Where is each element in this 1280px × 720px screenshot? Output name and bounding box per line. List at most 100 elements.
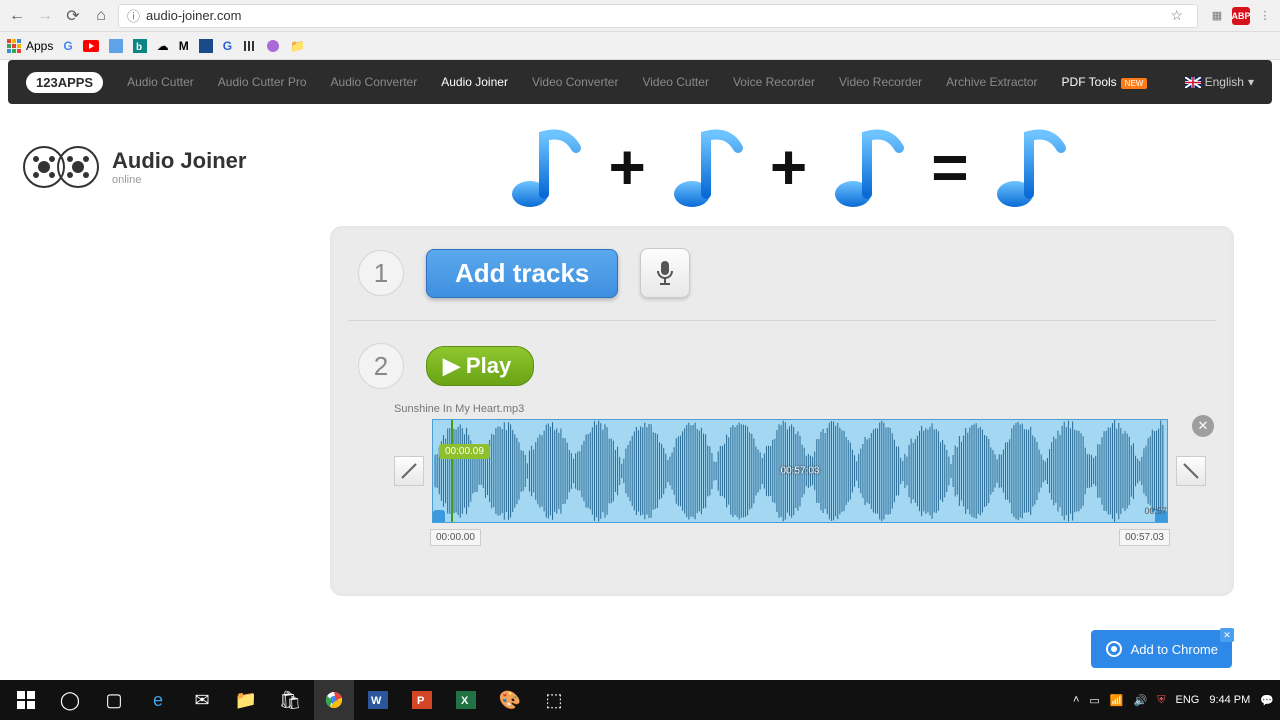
fade-out-button[interactable]: [1176, 456, 1206, 486]
bookmark-cloud[interactable]: ☁: [157, 39, 169, 53]
shield-icon[interactable]: ⛨: [1157, 694, 1165, 707]
notifications-icon[interactable]: 💬: [1260, 694, 1274, 707]
url-text: audio-joiner.com: [146, 8, 241, 23]
powerpoint-button[interactable]: P: [402, 680, 442, 720]
divider: [348, 320, 1216, 321]
record-mic-button[interactable]: [640, 248, 690, 298]
bookmark-google[interactable]: G: [63, 39, 72, 53]
bookmark-darkblue[interactable]: [199, 39, 213, 53]
windows-taskbar: ◯ ▢ e ✉ 📁 🛍 W P X 🎨 ⬚ ˄ ▭ 📶 🔊 ⛨ ENG 9:44…: [0, 680, 1280, 720]
bookmark-bars[interactable]: [242, 39, 256, 53]
chrome-button[interactable]: [314, 680, 354, 720]
nav-audio-cutter[interactable]: Audio Cutter: [127, 75, 194, 89]
bookmark-folder[interactable]: 📁: [290, 39, 305, 53]
bookmarks-bar: Apps G b ☁ M G 📁: [0, 32, 1280, 60]
language-selector[interactable]: English ▾: [1185, 75, 1254, 89]
paint-button[interactable]: 🎨: [490, 680, 530, 720]
step-2-bullet: 2: [358, 343, 404, 389]
chevron-down-icon: ▾: [1248, 75, 1254, 89]
plus-icon: +: [770, 130, 807, 204]
nav-audio-cutter-pro[interactable]: Audio Cutter Pro: [218, 75, 307, 89]
step-1-bullet: 1: [358, 250, 404, 296]
bookmark-g-blue[interactable]: G: [223, 39, 232, 53]
bookmark-star-icon[interactable]: ☆: [1170, 7, 1183, 24]
nav-video-converter[interactable]: Video Converter: [532, 75, 619, 89]
url-bar[interactable]: ⓘ audio-joiner.com ☆: [118, 4, 1198, 28]
start-time-tag[interactable]: 00:00.00: [430, 529, 481, 546]
svg-text:b: b: [136, 42, 142, 53]
apps-bookmark[interactable]: Apps: [6, 38, 53, 54]
remove-track-button[interactable]: ✕: [1192, 415, 1214, 437]
site-nav: 123APPS Audio Cutter Audio Cutter Pro Au…: [8, 60, 1272, 104]
nav-video-recorder[interactable]: Video Recorder: [839, 75, 922, 89]
add-to-chrome-label: Add to Chrome: [1131, 642, 1218, 657]
track-duration-overlay: 00:57:03: [781, 466, 820, 477]
menu-icon[interactable]: ⋮: [1256, 7, 1274, 25]
reload-button[interactable]: ⟳: [62, 5, 84, 27]
app-button[interactable]: ⬚: [534, 680, 574, 720]
explorer-button[interactable]: 📁: [226, 680, 266, 720]
bookmark-bing[interactable]: b: [133, 39, 147, 53]
task-view-button[interactable]: ▢: [94, 680, 134, 720]
nav-audio-converter[interactable]: Audio Converter: [331, 75, 418, 89]
end-time-tag[interactable]: 00:57.03: [1119, 529, 1170, 546]
bookmark-purple[interactable]: [266, 39, 280, 53]
store-button[interactable]: 🛍: [270, 680, 310, 720]
fade-out-icon: [1182, 462, 1200, 480]
excel-button[interactable]: X: [446, 680, 486, 720]
reels-icon: [22, 142, 100, 192]
bookmark-m[interactable]: M: [179, 39, 189, 53]
play-triangle-icon: ▶: [443, 353, 460, 379]
bookmark-youtube[interactable]: [83, 40, 99, 52]
playhead-time: 00:00.09: [439, 444, 490, 459]
cortana-button[interactable]: ◯: [50, 680, 90, 720]
start-button[interactable]: [6, 680, 46, 720]
back-button[interactable]: ←: [6, 5, 28, 27]
track-filename: Sunshine In My Heart.mp3: [394, 403, 1206, 415]
browser-toolbar: ← → ⟳ ⌂ ⓘ audio-joiner.com ☆ ▦ ABP ⋮: [0, 0, 1280, 32]
word-button[interactable]: W: [358, 680, 398, 720]
start-handle[interactable]: [433, 510, 445, 523]
nav-video-cutter[interactable]: Video Cutter: [642, 75, 709, 89]
forward-button[interactable]: →: [34, 5, 56, 27]
page-subtitle: online: [112, 174, 246, 186]
music-note-icon: [991, 122, 1071, 212]
playhead[interactable]: [451, 420, 453, 522]
wifi-icon[interactable]: 📶: [1110, 694, 1124, 707]
home-button[interactable]: ⌂: [90, 5, 112, 27]
close-add-chrome-icon[interactable]: ✕: [1220, 628, 1234, 642]
keyboard-lang[interactable]: ENG: [1175, 694, 1199, 706]
volume-icon[interactable]: 🔊: [1134, 694, 1148, 707]
nav-voice-recorder[interactable]: Voice Recorder: [733, 75, 815, 89]
add-to-chrome-button[interactable]: Add to Chrome ✕: [1091, 630, 1232, 668]
grid-ext-icon[interactable]: ▦: [1208, 7, 1226, 25]
plus-icon: +: [608, 130, 645, 204]
edge-button[interactable]: e: [138, 680, 178, 720]
tray-chevron-icon[interactable]: ˄: [1073, 694, 1079, 706]
flag-uk-icon: [1185, 77, 1201, 88]
play-button[interactable]: ▶ Play: [426, 346, 534, 386]
extensions: ▦ ABP ⋮: [1204, 7, 1274, 25]
nav-audio-joiner[interactable]: Audio Joiner: [441, 75, 508, 89]
site-info-icon[interactable]: ⓘ: [127, 6, 140, 25]
svg-text:X: X: [461, 695, 469, 707]
page-title: Audio Joiner: [112, 148, 246, 174]
step-1: 1 Add tracks: [358, 248, 1206, 298]
site-logo[interactable]: 123APPS: [26, 72, 103, 93]
waveform-wrap: 00:00.09 00:57:03 00:57 ✕: [394, 419, 1206, 523]
battery-icon[interactable]: ▭: [1089, 694, 1099, 707]
abp-ext-icon[interactable]: ABP: [1232, 7, 1250, 25]
fade-in-button[interactable]: [394, 456, 424, 486]
nav-archive-extractor[interactable]: Archive Extractor: [946, 75, 1037, 89]
waveform[interactable]: 00:00.09 00:57:03 00:57: [432, 419, 1168, 523]
track-area: Sunshine In My Heart.mp3 00:00.09 00:57:…: [358, 403, 1206, 546]
system-tray: ˄ ▭ 📶 🔊 ⛨ ENG 9:44 PM 💬: [1073, 694, 1274, 707]
music-note-icon: [668, 122, 748, 212]
chrome-swirl-icon: [1105, 640, 1123, 658]
nav-pdf-tools[interactable]: PDF ToolsNEW: [1062, 75, 1148, 89]
equals-icon: =: [931, 130, 968, 204]
add-tracks-button[interactable]: Add tracks: [426, 249, 618, 298]
mail-button[interactable]: ✉: [182, 680, 222, 720]
bookmark-blue[interactable]: [109, 39, 123, 53]
clock[interactable]: 9:44 PM: [1209, 694, 1250, 706]
